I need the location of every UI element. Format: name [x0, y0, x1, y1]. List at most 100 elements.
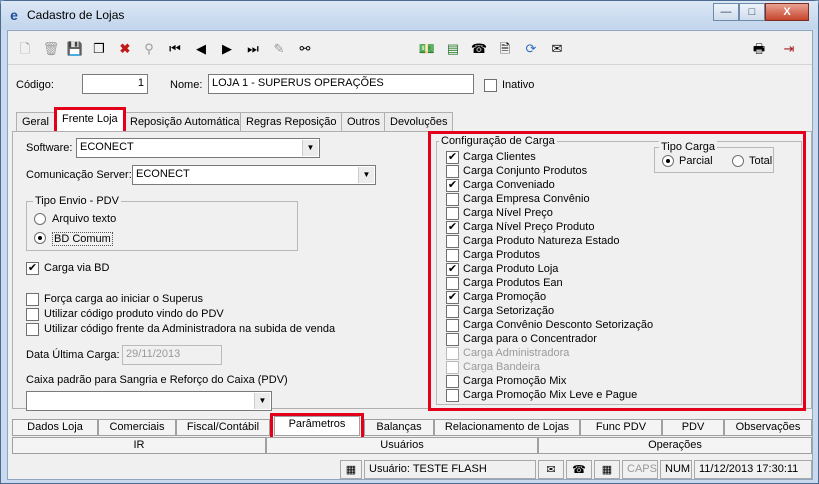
- software-select[interactable]: ECONECT ▼: [76, 138, 320, 158]
- calculator-icon: ▦: [594, 460, 620, 479]
- caixa-padrao-select[interactable]: ▼: [26, 391, 272, 411]
- first-record-icon[interactable]: ⏮: [166, 40, 184, 58]
- mail-icon[interactable]: ✉: [548, 40, 566, 58]
- carga-option-checkbox[interactable]: [446, 235, 459, 248]
- tab-parametros[interactable]: Parâmetros: [274, 416, 360, 436]
- codigo-field[interactable]: 1: [82, 74, 148, 94]
- comunicacao-select[interactable]: ECONECT ▼: [132, 165, 376, 185]
- cancel-icon[interactable]: ✖: [116, 40, 134, 58]
- total-label: Total: [749, 155, 773, 167]
- copy-icon[interactable]: ❐: [90, 40, 108, 58]
- inativo-checkbox[interactable]: [484, 79, 497, 92]
- carga-bd-label: Carga via BD: [44, 262, 110, 274]
- tab-operacoes[interactable]: Operações: [538, 437, 812, 454]
- close-window-button[interactable]: X: [765, 3, 809, 21]
- tab-devolucoes[interactable]: Devoluções: [384, 112, 454, 132]
- carga-option-checkbox[interactable]: [446, 347, 459, 360]
- money-icon[interactable]: 💵: [418, 40, 436, 58]
- nome-label: Nome:: [170, 79, 203, 91]
- utilizar-pdv-checkbox[interactable]: [26, 308, 39, 321]
- chevron-down-icon[interactable]: ▼: [254, 393, 270, 409]
- tab-pdv[interactable]: PDV: [662, 419, 724, 436]
- maximize-button[interactable]: □: [739, 3, 765, 21]
- chevron-down-icon[interactable]: ▼: [302, 140, 318, 156]
- carga-option-checkbox[interactable]: ✔: [446, 151, 459, 164]
- delete-icon[interactable]: 🗑: [42, 40, 60, 58]
- chevron-down-icon[interactable]: ▼: [358, 167, 374, 183]
- save-icon[interactable]: 💾: [66, 40, 84, 58]
- carga-option-checkbox[interactable]: [446, 389, 459, 402]
- carga-option-checkbox[interactable]: ✔: [446, 179, 459, 192]
- phone-icon[interactable]: ☎: [470, 40, 488, 58]
- status-num: NUM: [660, 460, 692, 479]
- exit-icon[interactable]: ⇥: [780, 40, 798, 58]
- arquivo-texto-radio[interactable]: [34, 213, 46, 225]
- tab-ir[interactable]: IR: [12, 437, 266, 454]
- inativo-label: Inativo: [502, 79, 535, 91]
- carga-option-label: Carga Setorização: [463, 305, 555, 317]
- new-icon[interactable]: 🗋: [16, 40, 34, 58]
- carga-bd-checkbox[interactable]: ✔: [26, 262, 39, 275]
- carga-option-checkbox[interactable]: [446, 319, 459, 332]
- carga-option-label: Carga Produtos Ean: [463, 277, 563, 289]
- tab-func-pdv[interactable]: Func PDV: [580, 419, 662, 436]
- carga-option-checkbox[interactable]: [446, 207, 459, 220]
- parcial-label: Parcial: [679, 155, 713, 167]
- utilizar-pdv-label: Utilizar código produto vindo do PDV: [44, 308, 224, 320]
- codigo-label: Código:: [16, 79, 54, 91]
- tab-reposicao-automatica[interactable]: Reposição Automática: [124, 112, 246, 132]
- last-record-icon[interactable]: ⏭: [244, 40, 262, 58]
- tab-relacionamento-lojas[interactable]: Relacionamento de Lojas: [434, 419, 580, 436]
- status-datetime: 11/12/2013 17:30:11: [694, 460, 812, 479]
- next-record-icon[interactable]: ▶: [218, 40, 236, 58]
- carga-option-checkbox[interactable]: [446, 361, 459, 374]
- software-label: Software:: [26, 142, 73, 154]
- carga-option-label: Carga Nível Preço: [463, 207, 553, 219]
- tab-comerciais[interactable]: Comerciais: [98, 419, 176, 436]
- tab-outros[interactable]: Outros: [341, 112, 387, 132]
- title-bar: e Cadastro de Lojas — □ X: [1, 1, 818, 29]
- utilizar-adm-checkbox[interactable]: [26, 323, 39, 336]
- previous-record-icon[interactable]: ◀: [192, 40, 210, 58]
- parcial-radio[interactable]: [662, 155, 674, 167]
- software-value: ECONECT: [80, 141, 134, 153]
- tab-fiscal-contabil[interactable]: Fiscal/Contábil: [176, 419, 270, 436]
- edit-icon[interactable]: ✎: [270, 40, 288, 58]
- tab-regras-reposicao[interactable]: Regras Reposição: [240, 112, 343, 132]
- tab-balancas[interactable]: Balanças: [364, 419, 434, 436]
- tab-dados-loja[interactable]: Dados Loja: [12, 419, 98, 436]
- tab-geral[interactable]: Geral: [16, 112, 55, 132]
- total-radio[interactable]: [732, 155, 744, 167]
- carga-option-checkbox[interactable]: [446, 333, 459, 346]
- print-icon[interactable]: 🖶: [750, 40, 768, 58]
- tab-observacoes[interactable]: Observações: [724, 419, 812, 436]
- carga-option-checkbox[interactable]: [446, 277, 459, 290]
- minimize-button[interactable]: —: [713, 3, 739, 21]
- carga-option-checkbox[interactable]: [446, 165, 459, 178]
- add-item-icon[interactable]: ▤: [444, 40, 462, 58]
- carga-option-label: Carga Conveniado: [463, 179, 555, 191]
- carga-option-checkbox[interactable]: [446, 193, 459, 206]
- toolbar: 🗋 🗑 💾 ❐ ✖ ⚲ ⏮ ◀ ▶ ⏭ ✎ ⚯ 💵 ▤ ☎ 🗎 ⟳ ✉ 🖶 ⇥: [8, 31, 812, 65]
- bd-comum-radio[interactable]: [34, 232, 46, 244]
- nome-field[interactable]: LOJA 1 - SUPERUS OPERAÇÕES: [208, 74, 474, 94]
- utilizar-adm-label: Utilizar código frente da Administradora…: [44, 323, 336, 335]
- app-logo-icon: e: [10, 7, 18, 23]
- carga-option-label: Carga Clientes: [463, 151, 536, 163]
- refresh-icon[interactable]: ⟳: [522, 40, 540, 58]
- carga-option-checkbox[interactable]: ✔: [446, 291, 459, 304]
- carga-option-label: Carga Administradora: [463, 347, 570, 359]
- carga-option-checkbox[interactable]: [446, 375, 459, 388]
- carga-option-checkbox[interactable]: ✔: [446, 263, 459, 276]
- carga-option-label: Carga Promoção: [463, 291, 547, 303]
- search-disabled-icon[interactable]: ⚲: [140, 40, 158, 58]
- carga-option-checkbox[interactable]: [446, 249, 459, 262]
- documents-icon[interactable]: 🗎: [496, 40, 514, 58]
- tab-usuarios[interactable]: Usuários: [266, 437, 538, 454]
- forca-carga-checkbox[interactable]: [26, 293, 39, 306]
- bd-comum-label: BD Comum: [52, 232, 113, 246]
- mail-icon: ✉: [538, 460, 564, 479]
- find-binoculars-icon[interactable]: ⚯: [296, 40, 314, 58]
- carga-option-checkbox[interactable]: ✔: [446, 221, 459, 234]
- carga-option-checkbox[interactable]: [446, 305, 459, 318]
